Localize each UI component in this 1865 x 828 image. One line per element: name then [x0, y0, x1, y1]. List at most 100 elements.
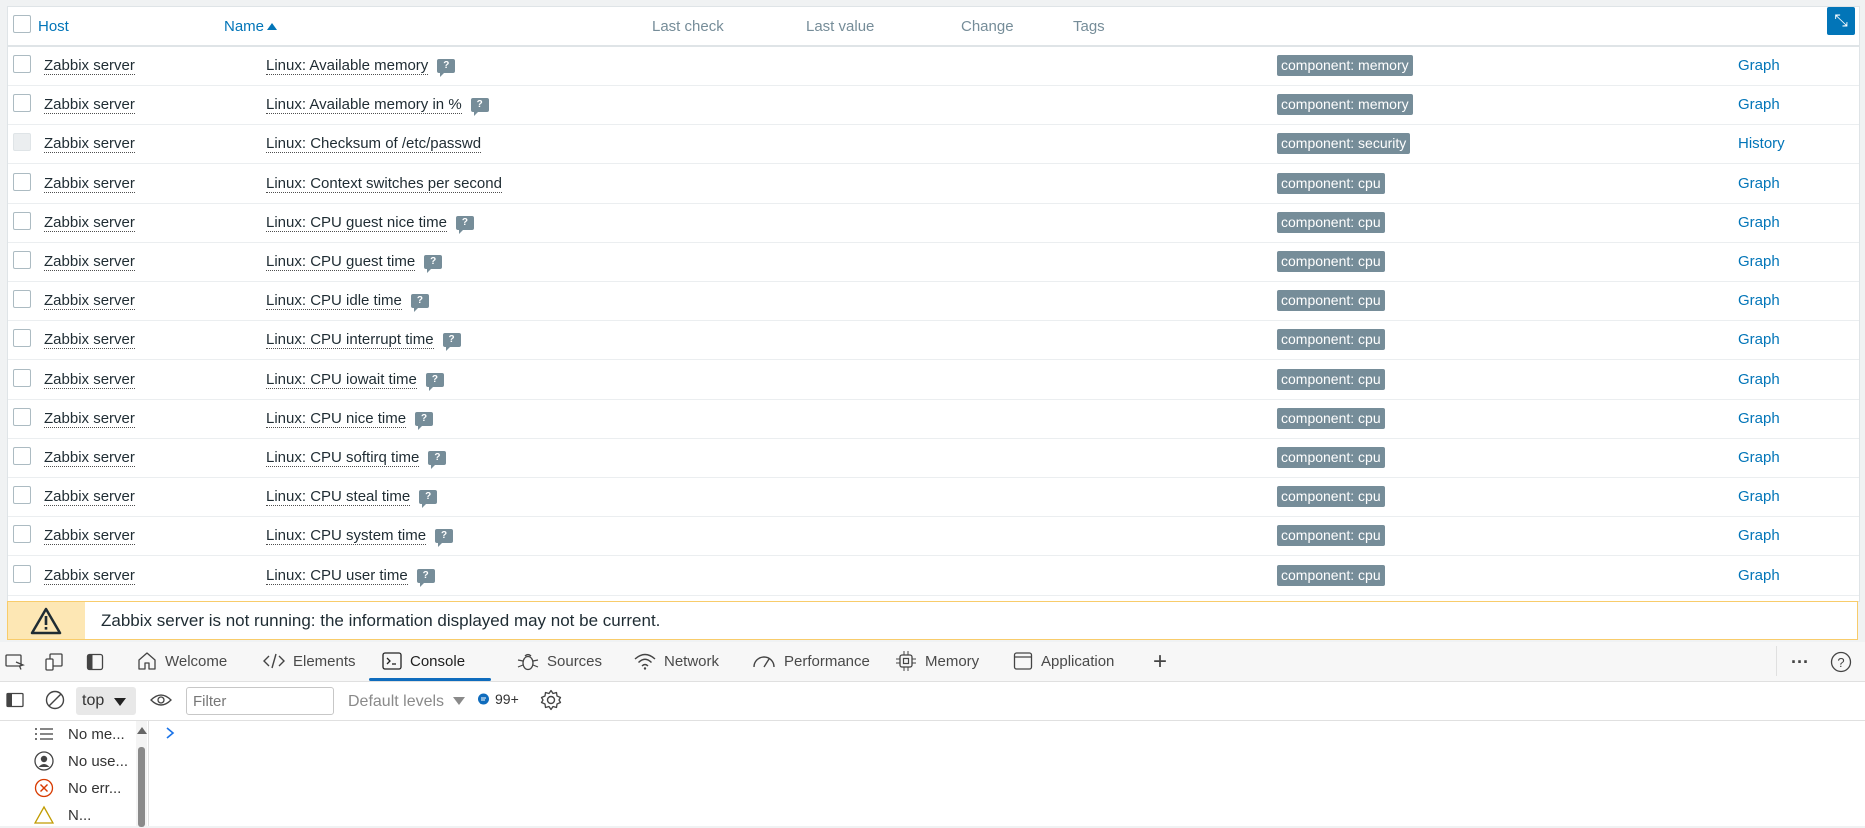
host-link[interactable]: Zabbix server: [44, 527, 135, 546]
column-name[interactable]: Name: [224, 18, 278, 35]
item-name-link[interactable]: Linux: Checksum of /etc/passwd: [266, 135, 482, 154]
dock-side-icon[interactable]: [84, 651, 106, 673]
tag-badge[interactable]: component: cpu: [1277, 368, 1385, 390]
description-hint-icon[interactable]: ?: [410, 294, 429, 313]
description-hint-icon[interactable]: ?: [455, 215, 474, 234]
help-icon[interactable]: ?: [1830, 651, 1852, 673]
tag-badge[interactable]: component: cpu: [1277, 407, 1385, 429]
scrollbar-thumb[interactable]: [138, 747, 145, 827]
graph-link[interactable]: Graph: [1738, 331, 1780, 348]
log-levels-dropdown[interactable]: Default levels: [348, 693, 465, 711]
tab-label[interactable]: Memory: [925, 653, 979, 670]
description-hint-icon[interactable]: ?: [435, 529, 454, 548]
tag-badge[interactable]: component: cpu: [1277, 211, 1385, 233]
host-link[interactable]: Zabbix server: [44, 292, 135, 311]
item-name-link[interactable]: Linux: CPU guest nice time: [266, 214, 447, 232]
item-name-link[interactable]: Linux: CPU steal time: [266, 488, 411, 507]
item-name-link[interactable]: Linux: CPU iowait time: [266, 371, 417, 389]
inspect-element-icon[interactable]: [4, 651, 26, 673]
item-name-link[interactable]: Linux: Context switches per second: [266, 175, 502, 193]
tab-label[interactable]: Network: [664, 653, 719, 670]
graph-link[interactable]: Graph: [1738, 371, 1780, 388]
show-sidebar-icon[interactable]: [4, 689, 26, 711]
host-link[interactable]: Zabbix server: [44, 410, 135, 428]
tab-label[interactable]: Sources: [547, 653, 602, 670]
add-tab-icon[interactable]: +: [1149, 648, 1171, 675]
tag-badge[interactable]: component: memory: [1277, 94, 1413, 116]
description-hint-icon[interactable]: ?: [437, 59, 456, 77]
item-name-link[interactable]: Linux: CPU user time: [266, 567, 408, 585]
host-link[interactable]: Zabbix server: [44, 135, 135, 154]
console-settings-icon[interactable]: [540, 689, 562, 711]
sidebar-item-label[interactable]: N...: [68, 807, 91, 824]
sidebar-user-messages[interactable]: No use...: [34, 748, 128, 774]
description-hint-icon[interactable]: ?: [415, 411, 434, 430]
context-selector[interactable]: top: [76, 687, 136, 715]
context-label[interactable]: top: [82, 692, 104, 710]
item-name-link[interactable]: Linux: CPU system time: [266, 527, 427, 546]
message-count-badge[interactable]: 99+: [477, 691, 519, 707]
description-hint-icon[interactable]: ?: [424, 255, 443, 273]
item-name-link[interactable]: Linux: CPU idle time: [266, 292, 402, 311]
tab-console[interactable]: Console: [369, 642, 492, 681]
graph-link[interactable]: Graph: [1738, 567, 1780, 584]
row-checkbox[interactable]: [13, 486, 31, 505]
column-host[interactable]: Host: [38, 18, 69, 35]
graph-link[interactable]: Graph: [1738, 214, 1780, 231]
description-hint-icon[interactable]: ?: [442, 333, 461, 352]
description-hint-icon[interactable]: ?: [419, 490, 438, 509]
item-name-link[interactable]: Linux: CPU interrupt time: [266, 331, 434, 350]
sidebar-messages[interactable]: No me...: [34, 721, 125, 747]
tag-badge[interactable]: component: memory: [1277, 55, 1413, 76]
tab-elements[interactable]: Elements: [263, 642, 356, 680]
tab-sources[interactable]: Sources: [517, 642, 602, 680]
tab-welcome[interactable]: Welcome: [137, 642, 227, 680]
row-checkbox[interactable]: [13, 447, 31, 465]
host-link[interactable]: Zabbix server: [44, 214, 135, 232]
item-name-link[interactable]: Linux: Available memory in %: [266, 96, 462, 115]
tag-badge[interactable]: component: security: [1277, 133, 1411, 155]
tab-memory[interactable]: Memory: [895, 642, 979, 680]
item-name-link[interactable]: Linux: CPU nice time: [266, 410, 407, 428]
graph-link[interactable]: Graph: [1738, 292, 1780, 309]
row-checkbox[interactable]: [13, 172, 31, 191]
description-hint-icon[interactable]: ?: [428, 451, 447, 469]
tab-label[interactable]: Performance: [784, 653, 870, 670]
tab-network[interactable]: Network: [634, 642, 719, 680]
graph-link[interactable]: Graph: [1738, 527, 1780, 544]
tag-badge[interactable]: component: cpu: [1277, 486, 1385, 508]
tag-badge[interactable]: component: cpu: [1277, 251, 1385, 272]
scroll-up-icon[interactable]: [137, 727, 147, 734]
row-checkbox[interactable]: [13, 55, 31, 73]
log-levels-label[interactable]: Default levels: [348, 693, 444, 710]
graph-link[interactable]: Graph: [1738, 488, 1780, 505]
graph-link[interactable]: Graph: [1738, 57, 1780, 74]
device-emulation-icon[interactable]: [43, 651, 65, 673]
checkbox-box[interactable]: [13, 15, 31, 33]
tag-badge[interactable]: component: cpu: [1277, 525, 1385, 547]
row-checkbox[interactable]: [13, 329, 31, 348]
dropdown-arrow-icon[interactable]: [452, 697, 465, 705]
tab-label[interactable]: Application: [1041, 653, 1114, 670]
host-link[interactable]: Zabbix server: [44, 567, 135, 585]
row-checkbox[interactable]: [13, 525, 31, 544]
tab-label[interactable]: Elements: [293, 653, 356, 670]
item-name-link[interactable]: Linux: CPU guest time: [266, 253, 416, 271]
tag-badge[interactable]: component: cpu: [1277, 564, 1385, 586]
row-checkbox[interactable]: [13, 251, 31, 269]
sidebar-scrollbar[interactable]: [136, 721, 147, 827]
host-link[interactable]: Zabbix server: [44, 331, 135, 350]
graph-link[interactable]: History: [1738, 135, 1785, 152]
tag-badge[interactable]: component: cpu: [1277, 447, 1385, 468]
graph-link[interactable]: Graph: [1738, 410, 1780, 427]
sidebar-warnings[interactable]: N...: [34, 802, 91, 828]
tag-badge[interactable]: component: cpu: [1277, 290, 1385, 312]
more-options-icon[interactable]: ···: [1789, 651, 1811, 673]
host-link[interactable]: Zabbix server: [44, 175, 135, 193]
tag-badge[interactable]: component: cpu: [1277, 329, 1385, 351]
row-checkbox[interactable]: [13, 94, 31, 113]
row-checkbox[interactable]: [13, 407, 31, 426]
description-hint-icon[interactable]: ?: [416, 568, 435, 587]
collapse-icon[interactable]: ⤡: [1834, 11, 1848, 30]
select-all-checkbox[interactable]: [13, 15, 31, 33]
